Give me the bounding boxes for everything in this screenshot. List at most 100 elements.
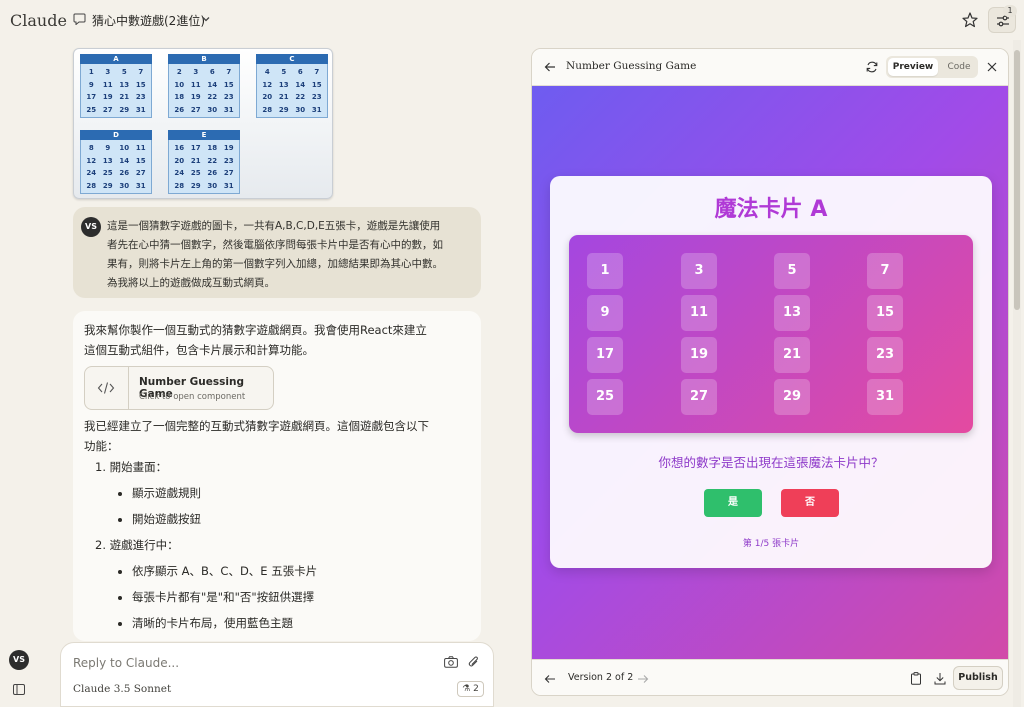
mini-card-number: 12 xyxy=(262,80,273,89)
mini-card-number: 6 xyxy=(209,68,215,76)
yes-button[interactable]: 是 xyxy=(704,489,762,517)
artifact-panel: Number Guessing Game Preview Code 魔法卡片 A… xyxy=(531,48,1009,696)
sidebar-toggle-icon[interactable] xyxy=(13,684,25,695)
mini-card-grid: 8 9 10 11 12 13 14 15 24 25 26 27 28 29 30 31 xyxy=(80,140,152,194)
mini-card-number: 23 xyxy=(223,156,234,165)
mini-card-number: 5 xyxy=(121,68,127,76)
card-number: 13 xyxy=(774,295,810,331)
mini-card-number: 22 xyxy=(207,93,218,101)
download-icon[interactable] xyxy=(934,672,946,685)
chevron-down-icon[interactable] xyxy=(201,14,211,24)
card-number: 9 xyxy=(587,295,623,331)
scrollbar-thumb[interactable] xyxy=(1014,50,1020,310)
mini-card-number: 31 xyxy=(135,181,146,190)
mini-card-number: 3 xyxy=(193,68,199,76)
mini-card-number: 18 xyxy=(207,144,218,152)
reply-box[interactable]: Reply to Claude... Claude 3.5 Sonnet ⚗ 2 xyxy=(60,642,494,707)
mini-card-number: 11 xyxy=(135,144,146,152)
assistant-line: 我已經建立了一個完整的互動式猜數字遊戲網頁。這個遊戲包含以下 xyxy=(84,419,429,433)
attached-image[interactable]: A 1 3 5 7 9 11 13 15 17 19 21 23 25 27 29 31 B 2 3 6 7 10 11 14 1… xyxy=(73,48,333,199)
mini-card-grid: 16 17 18 19 20 21 22 23 24 25 26 27 28 29 30 31 xyxy=(168,140,240,194)
card-number: 23 xyxy=(867,337,903,373)
component-card[interactable]: Number Guessing Game Click to open compo… xyxy=(84,366,274,410)
mini-card-number: 26 xyxy=(174,105,185,114)
publish-button[interactable]: Publish xyxy=(953,666,1003,690)
mini-card-number: 15 xyxy=(135,80,146,89)
mini-card-number: 14 xyxy=(119,156,130,165)
mini-card-number: 31 xyxy=(311,105,322,114)
mini-card-number: 22 xyxy=(207,156,218,165)
mini-card-number: 30 xyxy=(207,181,218,190)
mini-card-number: 29 xyxy=(278,105,289,114)
mini-card-number: 13 xyxy=(119,80,130,89)
mini-card-number: 25 xyxy=(86,105,97,114)
card-title: 魔法卡片 A xyxy=(714,197,828,222)
assistant-intro: 我來幫你製作一個互動式的猜數字遊戲網頁。我會使用React來建立 這個互動式組件… xyxy=(84,321,464,360)
card-number: 1 xyxy=(587,253,623,289)
mini-card-label: E xyxy=(168,130,240,140)
mini-card-number: 15 xyxy=(135,156,146,165)
mini-card-number: 29 xyxy=(119,105,130,114)
star-icon[interactable] xyxy=(961,11,979,29)
copy-icon[interactable] xyxy=(910,672,922,685)
mini-card-number: 20 xyxy=(174,156,185,165)
progress-text: 第 1/5 張卡片 xyxy=(742,539,800,549)
tab-preview[interactable]: Preview xyxy=(888,58,938,76)
artifact-header: Number Guessing Game Preview Code xyxy=(532,49,1008,86)
mini-card-number: 11 xyxy=(190,80,201,89)
card-number: 19 xyxy=(681,337,717,373)
mini-card-number: 27 xyxy=(135,169,146,177)
attachments-badge[interactable]: ⚗ 2 xyxy=(457,681,484,697)
mini-card-number: 21 xyxy=(190,156,201,165)
previous-version-icon[interactable] xyxy=(544,674,556,684)
next-version-icon[interactable] xyxy=(637,674,649,684)
mini-card-number: 27 xyxy=(190,105,201,114)
component-subtitle: Click to open component xyxy=(139,392,246,402)
mini-card-number: 3 xyxy=(105,68,111,76)
refresh-icon[interactable] xyxy=(866,61,878,73)
bullet-item: 每張卡片都有"是"和"否"按鈕供選擇 xyxy=(132,590,315,604)
close-icon[interactable] xyxy=(987,62,997,72)
mini-card-number: 17 xyxy=(86,93,97,101)
mini-card-number: 25 xyxy=(102,169,113,177)
brand-logo[interactable]: Claude xyxy=(10,11,67,30)
chat-bubble-icon xyxy=(73,13,86,25)
top-bar: Claude 猜心中數遊戲(2進位) 1 xyxy=(0,0,1024,40)
mini-card-number: 13 xyxy=(102,156,113,165)
mini-card-number: 25 xyxy=(190,169,201,177)
card-number: 7 xyxy=(867,253,903,289)
mini-card-number: 12 xyxy=(86,156,97,165)
view-toggle: Preview Code xyxy=(886,56,978,78)
camera-icon[interactable] xyxy=(444,656,458,668)
mini-card-number: 26 xyxy=(207,169,218,177)
number-grid: 1 3 5 7 9 11 13 15 17 19 21 23 25 27 29 31 xyxy=(569,235,973,433)
reply-input[interactable]: Reply to Claude... xyxy=(73,656,179,670)
mini-card-label: B xyxy=(168,54,240,64)
assistant-line: 這個互動式組件，包含卡片展示和計算功能。 xyxy=(84,342,314,357)
mini-card-number: 31 xyxy=(223,181,234,190)
user-avatar[interactable]: VS xyxy=(9,650,29,670)
mini-card-number: 8 xyxy=(88,144,94,152)
artifact-footer: Version 2 of 2 Publish xyxy=(532,659,1008,695)
mini-card-label: C xyxy=(256,54,328,64)
card-number: 15 xyxy=(867,295,903,331)
tab-code[interactable]: Code xyxy=(942,58,976,76)
model-selector[interactable]: Claude 3.5 Sonnet xyxy=(73,683,171,695)
mini-card-number: 21 xyxy=(278,93,289,101)
arrow-left-icon[interactable] xyxy=(544,61,556,73)
bullet-dot xyxy=(118,492,122,496)
page-scrollbar[interactable] xyxy=(1013,40,1021,707)
assistant-summary: 我已經建立了一個完整的互動式猜數字遊戲網頁。這個遊戲包含以下 功能： xyxy=(84,417,454,456)
code-icon xyxy=(97,382,115,394)
no-button[interactable]: 否 xyxy=(781,489,839,517)
mini-card-number: 10 xyxy=(119,144,130,152)
mini-card-number: 19 xyxy=(102,93,113,101)
mini-card-number: 24 xyxy=(86,169,97,177)
card-number: 27 xyxy=(681,379,717,415)
version-label: Version 2 of 2 xyxy=(568,672,634,683)
assistant-message: 我來幫你製作一個互動式的猜數字遊戲網頁。我會使用React來建立 這個互動式組件… xyxy=(73,311,481,641)
mini-card-grid: 4 5 6 7 12 13 14 15 20 21 22 23 28 29 30 31 xyxy=(256,64,328,118)
conversation-title[interactable]: 猜心中數遊戲(2進位) xyxy=(92,12,205,29)
paperclip-icon[interactable] xyxy=(467,655,480,669)
mini-card-number: 30 xyxy=(207,105,218,114)
